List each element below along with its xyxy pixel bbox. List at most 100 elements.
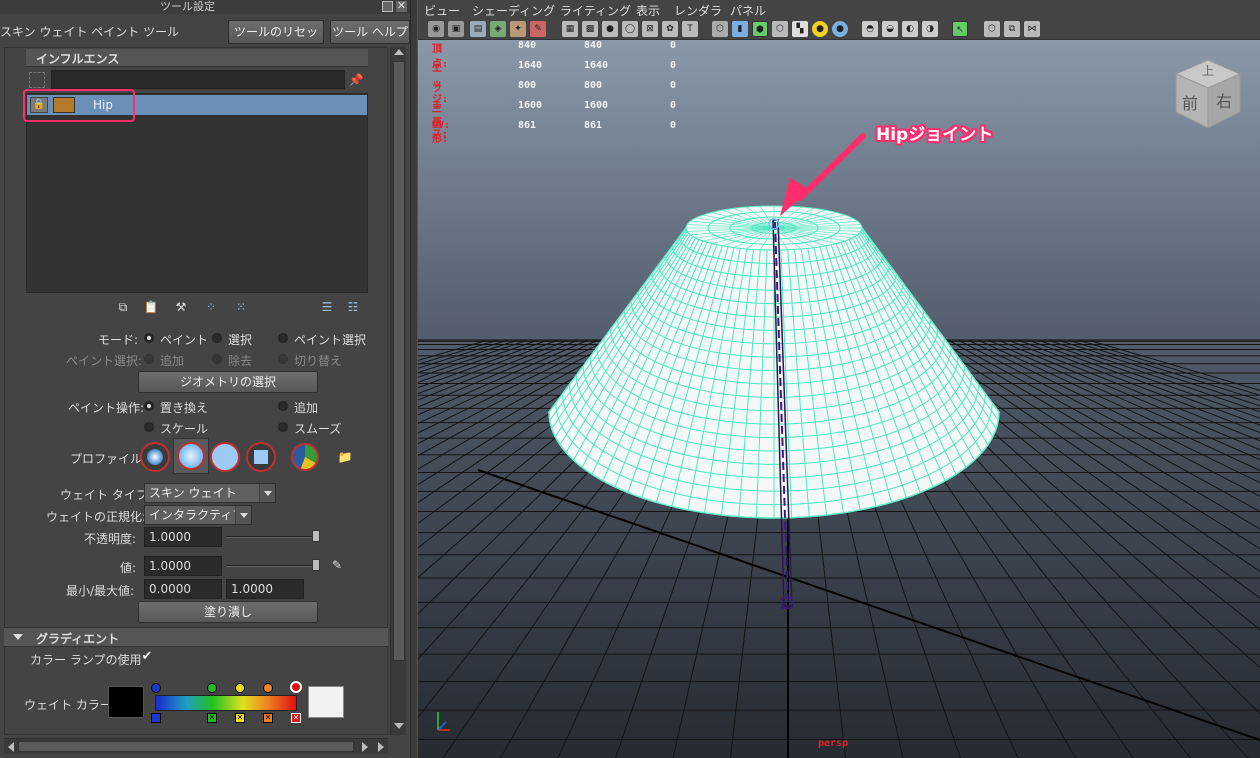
text-icon[interactable]: T [682, 21, 698, 37]
paste-weights-icon[interactable]: 📋 [142, 298, 160, 316]
paint-op-replace-radio[interactable] [144, 401, 154, 411]
tool-reset-button[interactable]: ツールのリセット [228, 20, 324, 61]
influence-list[interactable] [26, 93, 368, 293]
sphere-icon[interactable]: ● [832, 21, 848, 37]
scroll-down-arrow-icon[interactable] [394, 723, 404, 729]
menu-lighting[interactable]: ライティング [560, 2, 631, 19]
scroll-up-arrow-icon[interactable] [394, 49, 404, 55]
sort-list-icon[interactable]: ☰ [318, 298, 336, 316]
menu-view[interactable]: ビュー [424, 2, 460, 19]
tool-help-button[interactable]: ツール ヘルプ [330, 20, 410, 44]
profile-soft-icon[interactable] [173, 438, 209, 474]
menu-show[interactable]: 表示 [636, 2, 660, 19]
color-ramp[interactable] [155, 695, 297, 711]
profile-solid-icon[interactable] [210, 442, 240, 472]
isolate-icon[interactable]: ⬢ [752, 21, 768, 37]
horizontal-scrollbar[interactable] [4, 738, 388, 754]
view-cube-right[interactable]: 右 [1216, 88, 1232, 112]
scroll-left-icon[interactable] [8, 742, 14, 752]
ramp-marker-red[interactable] [290, 681, 302, 693]
grid-icon[interactable]: ✦ [510, 21, 526, 37]
camera-attributes-icon[interactable]: ▣ [448, 21, 464, 37]
paint-select-add-radio[interactable] [144, 354, 154, 364]
paint-op-smooth-radio[interactable] [278, 422, 288, 432]
ramp-delete-red-icon[interactable]: ✕ [291, 713, 301, 723]
3d-viewport[interactable]: Hipジョイント 頂点: 840 840 0 エッジ: 1640 1640 0 フェース: 800… [418, 40, 1260, 758]
light-icon[interactable]: ● [812, 21, 828, 37]
view-cube-front[interactable]: 前 [1182, 90, 1198, 114]
weight-color-swatch[interactable] [108, 686, 144, 718]
opacity-slider[interactable] [226, 536, 320, 538]
profile-gaussian-icon[interactable] [140, 442, 170, 472]
float-icon[interactable] [382, 1, 393, 12]
cube-view-icon[interactable]: ⬡ [984, 21, 1000, 37]
wireframe-on-shaded-icon[interactable]: ● [602, 21, 618, 37]
smooth-shade-icon[interactable]: ▩ [582, 21, 598, 37]
motion-blur-icon[interactable]: ◐ [902, 21, 918, 37]
ramp-marker-yellow[interactable] [235, 683, 245, 693]
value-slider[interactable] [226, 565, 320, 567]
checker-icon[interactable]: ▚ [792, 21, 808, 37]
cube-shaded-icon[interactable]: ▮ [732, 21, 748, 37]
shadow-icon[interactable]: ◓ [862, 21, 878, 37]
ao-icon[interactable]: ◒ [882, 21, 898, 37]
eyedropper-icon[interactable]: ✎ [328, 556, 346, 574]
folder-icon[interactable]: 📁 [336, 448, 354, 466]
paint-select-remove-radio[interactable] [212, 354, 222, 364]
max-input[interactable]: 1.0000 [226, 579, 304, 599]
hammer-icon[interactable]: ⚒ [172, 298, 190, 316]
select-vertices-icon[interactable]: ⁘ [202, 298, 220, 316]
close-icon[interactable]: ✕ [396, 0, 407, 12]
menu-renderer[interactable]: レンダラ [674, 2, 722, 19]
panel-splitter[interactable] [410, 0, 418, 758]
opacity-slider-thumb[interactable] [312, 530, 320, 542]
pin-icon[interactable]: 📌 [347, 71, 365, 89]
opacity-input[interactable]: 1.0000 [144, 527, 222, 547]
scroll-right-icon[interactable] [362, 742, 368, 752]
copy-weights-icon[interactable]: ⧉ [114, 298, 132, 316]
profile-custom-icon[interactable] [291, 443, 319, 471]
collapse-triangle-icon[interactable] [13, 634, 23, 640]
mode-paint-select-radio[interactable] [278, 333, 288, 343]
share-icon[interactable]: ⋈ [1024, 21, 1040, 37]
influence-section-header[interactable]: インフルエンス [26, 49, 368, 67]
ramp-delete-yellow-icon[interactable]: ✕ [235, 713, 245, 723]
menu-panels[interactable]: パネル [730, 2, 766, 19]
ramp-delete-green-icon[interactable]: ✕ [207, 713, 217, 723]
vertical-scrollbar[interactable] [390, 47, 406, 735]
horizontal-scroll-thumb[interactable] [18, 741, 354, 752]
cube-outline-icon[interactable]: ⬡ [772, 21, 788, 37]
tree-view-icon[interactable]: ☷ [344, 298, 362, 316]
scroll-right-end-icon[interactable] [378, 742, 384, 752]
color-ramp-checkbox[interactable]: ✔ [140, 650, 154, 664]
image-plane-icon[interactable]: ◈ [490, 21, 506, 37]
min-input[interactable]: 0.0000 [144, 579, 222, 599]
menu-shading[interactable]: シェーディング [472, 2, 555, 19]
cube-wire-icon[interactable]: ⬡ [712, 21, 728, 37]
flood-button[interactable]: 塗り潰し [138, 601, 318, 623]
view-cube-top[interactable]: 上 [1202, 62, 1214, 79]
antialias-icon[interactable]: ◑ [922, 21, 938, 37]
paint-select-toggle-radio[interactable] [278, 354, 288, 364]
ramp-delete-blue-icon[interactable] [151, 713, 161, 723]
select-influence-icon[interactable]: ⁙ [232, 298, 250, 316]
gradient-section-header[interactable]: グラディエント [4, 627, 388, 647]
ramp-marker-orange[interactable] [263, 683, 273, 693]
influence-search-input[interactable] [51, 70, 345, 89]
weight-type-select[interactable]: スキン ウェイト [144, 483, 276, 503]
select-geometry-button[interactable]: ジオメトリの選択 [138, 371, 318, 393]
value-input[interactable]: 1.0000 [144, 556, 222, 576]
mode-paint-radio[interactable] [144, 333, 154, 343]
wireframe-icon[interactable]: ▦ [562, 21, 578, 37]
ramp-selected-color-swatch[interactable] [308, 686, 344, 718]
normalize-select[interactable]: インタラクティブ [144, 505, 252, 525]
influence-filter-icon[interactable] [29, 72, 45, 88]
xray-icon[interactable]: ⊠ [642, 21, 658, 37]
bookmark-icon[interactable]: ▤ [470, 21, 486, 37]
scroll-thumb[interactable] [393, 61, 405, 661]
ramp-delete-orange-icon[interactable]: ✕ [263, 713, 273, 723]
paint-op-add-radio[interactable] [278, 401, 288, 411]
view-cube[interactable]: 上 前 右 [1170, 56, 1246, 132]
textured-icon[interactable]: ✿ [662, 21, 678, 37]
scene-svg[interactable] [418, 40, 1260, 758]
